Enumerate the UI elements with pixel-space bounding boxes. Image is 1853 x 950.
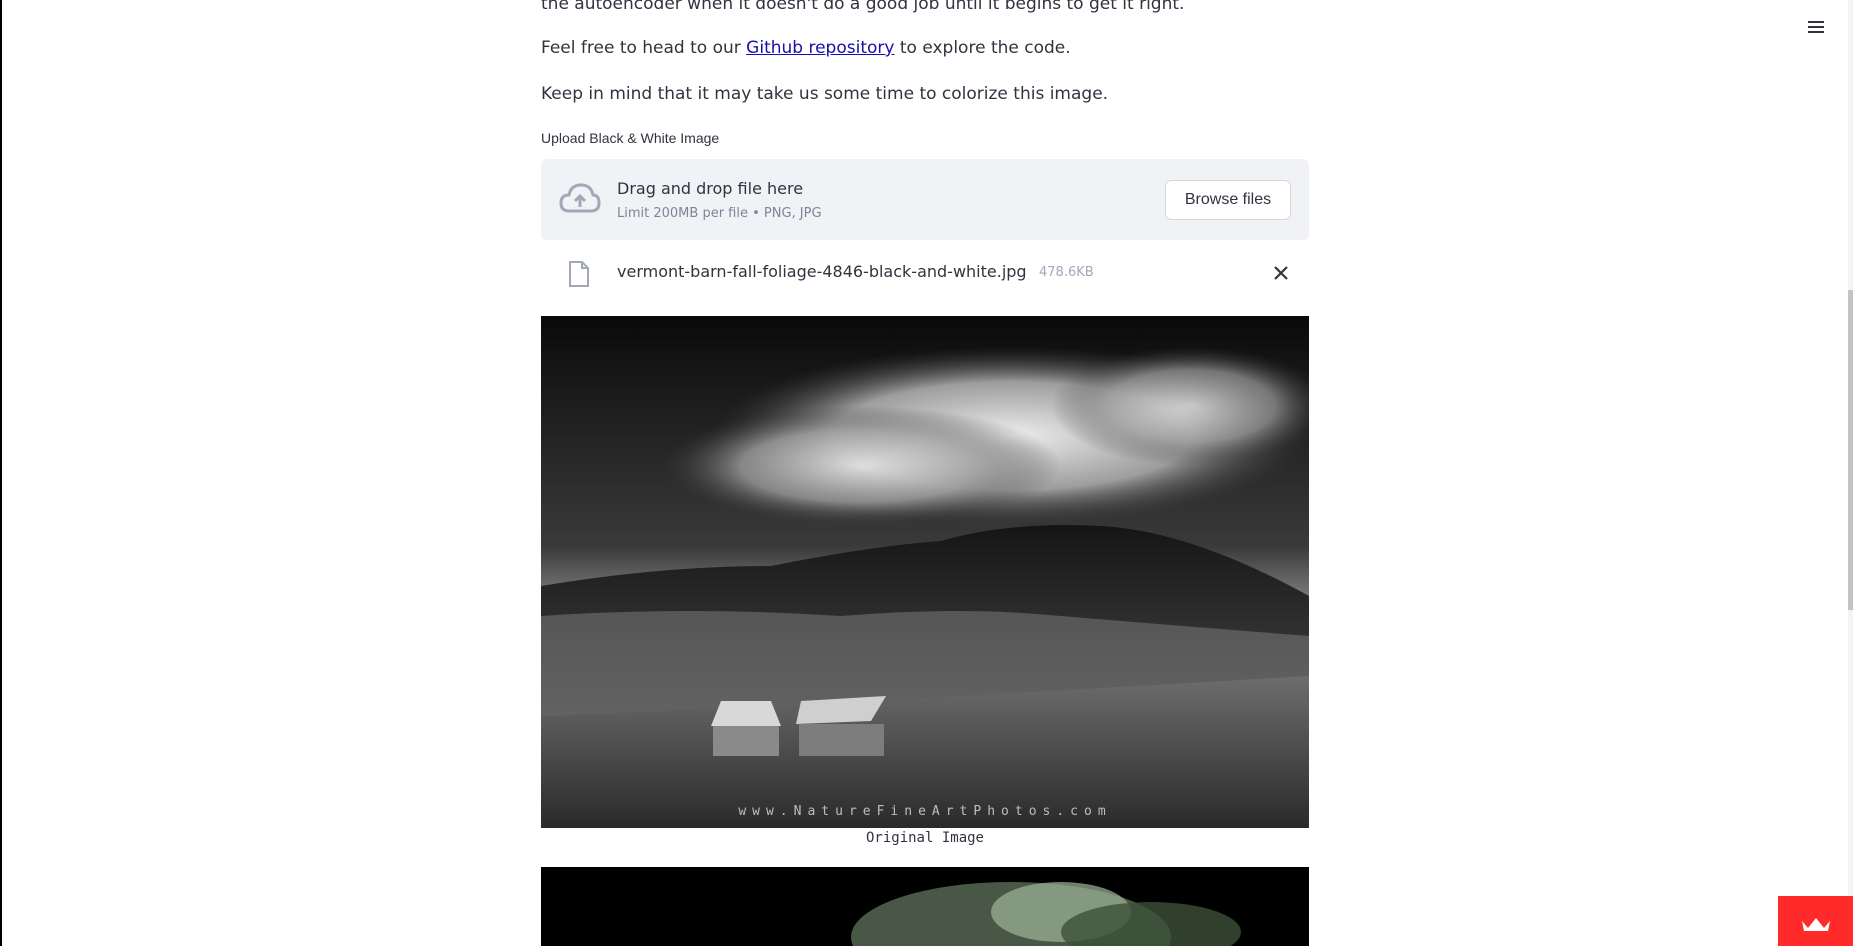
- uploaded-file-row: vermont-barn-fall-foliage-4846-black-and…: [541, 252, 1309, 294]
- repo-suffix: to explore the code.: [894, 38, 1071, 58]
- original-image: www.NatureFineArtPhotos.com: [541, 316, 1309, 828]
- image-watermark: www.NatureFineArtPhotos.com: [738, 804, 1112, 819]
- drop-title: Drag and drop file here: [617, 179, 804, 198]
- upload-label: Upload Black & White Image: [541, 130, 720, 146]
- close-icon[interactable]: [1271, 263, 1291, 283]
- cloud-upload-icon: [559, 181, 601, 221]
- menu-icon[interactable]: [1805, 18, 1827, 40]
- file-dropzone[interactable]: Drag and drop file here Limit 200MB per …: [541, 159, 1309, 240]
- repo-prefix: Feel free to head to our: [541, 38, 747, 58]
- intro-partial-text: the autoencoder when it doesn't do a goo…: [541, 0, 1185, 14]
- streamlit-logo-icon[interactable]: [1778, 896, 1853, 946]
- window-edge: [0, 0, 2, 946]
- colorized-image: [541, 867, 1309, 946]
- scrollbar-thumb[interactable]: [1848, 290, 1853, 610]
- image-caption: Original Image: [865, 830, 984, 846]
- drop-subtitle: Limit 200MB per file • PNG, JPG: [617, 206, 822, 221]
- file-icon: [568, 260, 590, 292]
- file-name: vermont-barn-fall-foliage-4846-black-and…: [617, 262, 1027, 281]
- repo-paragraph: Feel free to head to our Github reposito…: [541, 36, 1071, 60]
- browse-files-button[interactable]: Browse files: [1165, 180, 1291, 220]
- wait-note: Keep in mind that it may take us some ti…: [541, 84, 1109, 104]
- file-size: 478.6KB: [1039, 265, 1094, 280]
- github-repo-link[interactable]: Github repository: [746, 38, 894, 58]
